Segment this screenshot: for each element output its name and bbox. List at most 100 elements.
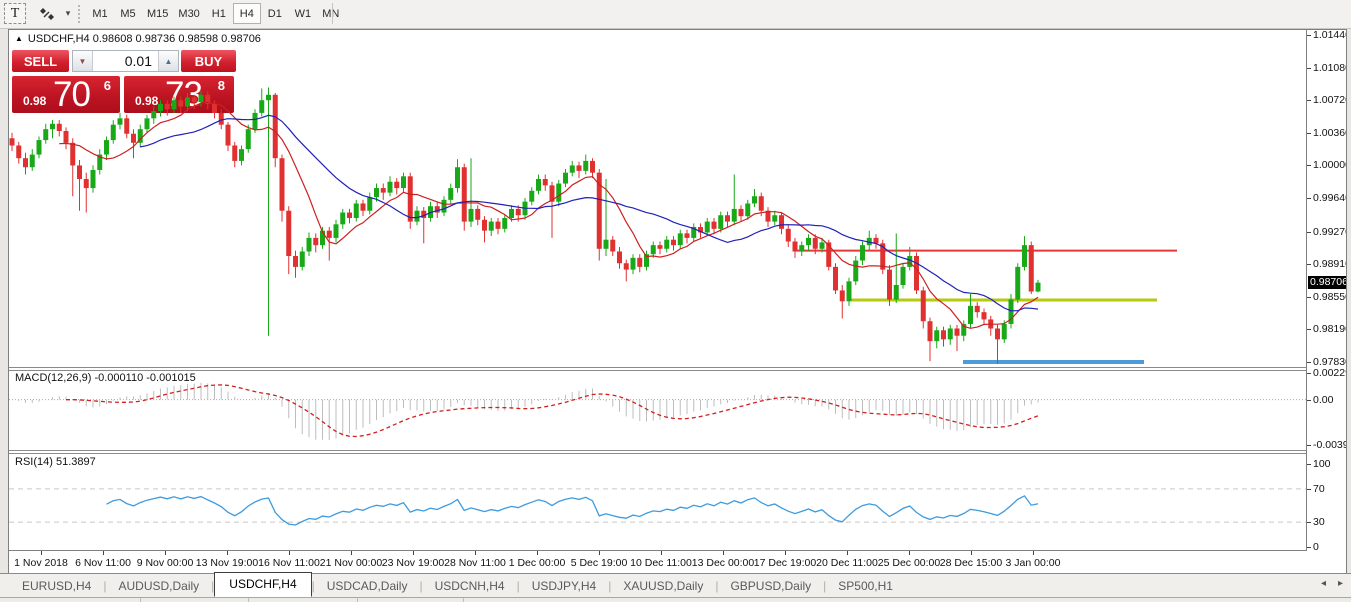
time-axis-tick [351, 551, 352, 555]
time-axis-tick [41, 551, 42, 555]
tabs-scroll-left-icon[interactable]: ◂ [1321, 578, 1326, 589]
tabs-scroll-right-icon[interactable]: ▸ [1338, 578, 1343, 589]
candle [752, 189, 757, 207]
candle [394, 178, 399, 194]
macd-indicator-pane[interactable] [9, 371, 1306, 450]
candle [955, 325, 960, 351]
time-axis[interactable]: 1 Nov 20186 Nov 11:009 Nov 00:0013 Nov 1… [9, 551, 1306, 574]
current-price-badge: 0.98706 [1308, 276, 1346, 289]
timeframe-button-mn[interactable]: MN [317, 3, 345, 24]
candle [300, 247, 305, 271]
time-tick-label: 16 Nov 11:00 [258, 557, 320, 569]
candle [988, 316, 993, 336]
tab-usdcnh-h4[interactable]: USDCNH,H4 [423, 576, 517, 596]
candle [158, 100, 163, 116]
arrow-objects-icon[interactable] [32, 3, 62, 24]
candle [361, 200, 366, 216]
candle [894, 233, 899, 303]
rsi-axis-tick [1307, 547, 1311, 548]
candle [327, 227, 332, 261]
tab-sp500-h1[interactable]: SP500,H1 [826, 576, 905, 596]
macd-axis-tick [1307, 400, 1311, 401]
candle [124, 115, 129, 139]
candle [840, 285, 845, 319]
timeframe-button-m5[interactable]: M5 [114, 3, 142, 24]
candle [320, 227, 325, 249]
candle [10, 133, 15, 151]
candle [1015, 263, 1020, 303]
candle [151, 107, 156, 124]
candle [340, 209, 345, 229]
candle [172, 97, 177, 113]
candle [307, 232, 312, 256]
text-tool-button[interactable]: T [4, 3, 26, 24]
time-axis-tick [289, 551, 290, 555]
tab-gbpusd-daily[interactable]: GBPUSD,Daily [718, 576, 823, 596]
timeframe-button-d1[interactable]: D1 [261, 3, 289, 24]
tab-usdcad-daily[interactable]: USDCAD,Daily [315, 576, 420, 596]
timeframe-button-m1[interactable]: M1 [86, 3, 114, 24]
price-axis-tick [1307, 68, 1311, 69]
rsi-axis-tick [1307, 522, 1311, 523]
time-tick-label: 28 Nov 11:00 [444, 557, 506, 569]
price-tick-label: 1.00000 [1313, 159, 1346, 171]
rsi-tick-label: 0 [1313, 541, 1319, 553]
tab-eurusd-h4[interactable]: EURUSD,H4 [10, 576, 103, 596]
tab-list: EURUSD,H4|AUDUSD,Daily|USDCHF,H4|USDCAD,… [10, 574, 905, 598]
candle [50, 120, 55, 138]
candle [347, 209, 352, 223]
price-tick-label: 0.99270 [1313, 226, 1346, 238]
timeframe-button-h1[interactable]: H1 [205, 3, 233, 24]
time-tick-label: 13 Nov 19:00 [196, 557, 258, 569]
candle [880, 240, 885, 274]
price-chart[interactable] [9, 30, 1306, 367]
candle [266, 88, 271, 336]
candle [543, 174, 548, 190]
tab-usdchf-h4[interactable]: USDCHF,H4 [214, 572, 311, 597]
rsi-indicator-pane[interactable] [9, 454, 1306, 550]
status-strip-notch [463, 598, 464, 602]
price-axis-tick [1307, 35, 1311, 36]
timeframe-button-h4[interactable]: H4 [233, 3, 261, 24]
price-axis-tick [1307, 232, 1311, 233]
candle [442, 196, 447, 216]
time-tick-label: 3 Jan 00:00 [1006, 557, 1061, 569]
rsi-axis-tick [1307, 489, 1311, 490]
candle [354, 200, 359, 222]
candle [631, 254, 636, 274]
tab-xauusd-daily[interactable]: XAUUSD,Daily [611, 576, 715, 596]
candle [178, 97, 183, 113]
timeframe-button-w1[interactable]: W1 [289, 3, 317, 24]
candle [475, 205, 480, 225]
price-axis[interactable]: 1.014401.010801.007201.003601.000000.996… [1306, 30, 1346, 551]
candle [664, 236, 669, 252]
candle [914, 252, 919, 294]
tab-audusd-daily[interactable]: AUDUSD,Daily [106, 576, 211, 596]
toolbar-grip[interactable] [78, 5, 80, 23]
timeframe-button-m15[interactable]: M15 [142, 3, 173, 24]
candle [489, 218, 494, 236]
time-axis-tick [785, 551, 786, 555]
candle [570, 161, 575, 176]
time-axis-tick [103, 551, 104, 555]
macd-tick-label: 0.00 [1313, 394, 1333, 406]
candle [874, 234, 879, 248]
tab-usdjpy-h4[interactable]: USDJPY,H4 [520, 576, 608, 596]
macd-signal-line [66, 385, 1038, 437]
candle [313, 233, 318, 252]
time-axis-tick [413, 551, 414, 555]
time-tick-label: 13 Dec 00:00 [692, 557, 754, 569]
candle [766, 207, 771, 227]
time-tick-label: 23 Nov 19:00 [382, 557, 444, 569]
chevron-down-icon[interactable]: ▾ [62, 3, 74, 24]
candle [131, 129, 136, 158]
candle [415, 206, 420, 225]
candle [104, 136, 109, 160]
price-tick-label: 1.00360 [1313, 127, 1346, 139]
macd-axis-tick [1307, 445, 1311, 446]
candle [1036, 280, 1041, 293]
candle [408, 173, 413, 229]
timeframe-button-m30[interactable]: M30 [173, 3, 204, 24]
price-axis-tick [1307, 362, 1311, 363]
candle [725, 212, 730, 227]
